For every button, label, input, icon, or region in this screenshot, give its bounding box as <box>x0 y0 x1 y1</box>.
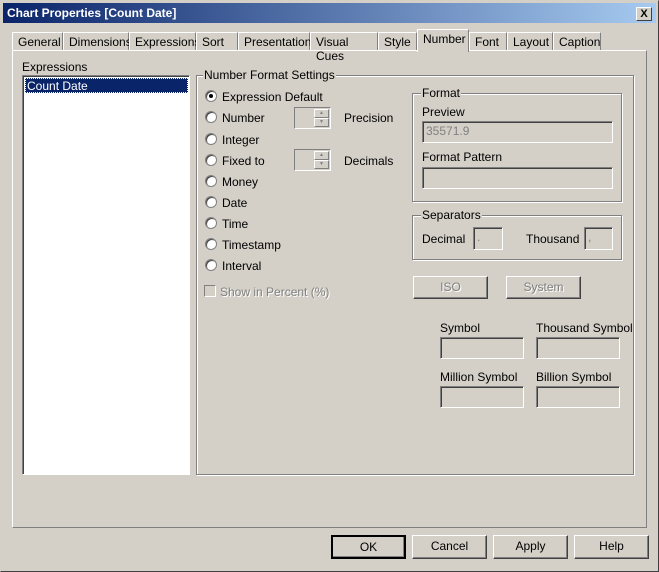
radio-date[interactable] <box>205 196 217 208</box>
tab-general[interactable]: General <box>12 32 63 51</box>
title-bar: Chart Properties [Count Date] X <box>3 3 656 23</box>
thousand-separator-input[interactable]: , <box>584 227 613 250</box>
radio-label: Interval <box>222 259 262 273</box>
spin-up-icon[interactable]: ▲ <box>314 109 329 118</box>
decimals-label: Decimals <box>344 154 394 168</box>
apply-button[interactable]: Apply <box>493 535 568 559</box>
radio-interval[interactable] <box>205 259 217 271</box>
symbol-label: Symbol <box>440 321 481 335</box>
radio-expression-default[interactable] <box>205 90 217 102</box>
radio-label: Integer <box>222 133 260 147</box>
radio-fixed-to[interactable] <box>205 154 217 166</box>
decimal-separator-input[interactable]: . <box>473 227 503 250</box>
precision-label: Precision <box>344 111 394 125</box>
radio-label: Date <box>222 196 248 210</box>
group-label: Separators <box>421 208 482 222</box>
symbol-input[interactable] <box>440 337 524 359</box>
radio-label: Timestamp <box>222 238 281 252</box>
show-percent-checkbox[interactable] <box>204 285 216 297</box>
radio-integer[interactable] <box>205 133 217 145</box>
tab-caption[interactable]: Caption <box>553 32 601 51</box>
help-button[interactable]: Help <box>574 535 649 559</box>
expressions-label: Expressions <box>22 60 88 74</box>
billion-symbol-label: Billion Symbol <box>536 370 612 384</box>
cancel-button[interactable]: Cancel <box>412 535 487 559</box>
ok-button[interactable]: OK <box>331 535 406 559</box>
radio-label: Fixed to <box>222 154 265 168</box>
radio-number[interactable] <box>205 111 217 123</box>
decimals-spinner[interactable]: ▲ ▼ <box>294 149 331 171</box>
preview-field: 35571.9 <box>422 121 613 143</box>
radio-timestamp[interactable] <box>205 238 217 250</box>
group-label: Number Format Settings <box>203 68 336 82</box>
preview-label: Preview <box>422 105 465 119</box>
decimal-label: Decimal <box>422 232 466 246</box>
tab-number[interactable]: Number <box>417 29 469 52</box>
iso-button[interactable]: ISO <box>413 276 488 299</box>
radio-label: Expression Default <box>222 90 323 104</box>
billion-symbol-input[interactable] <box>536 386 620 408</box>
thousand-symbol-input[interactable] <box>536 337 620 359</box>
radio-time[interactable] <box>205 217 217 229</box>
million-symbol-label: Million Symbol <box>440 370 518 384</box>
format-pattern-label: Format Pattern <box>422 150 503 164</box>
thousand-symbol-label: Thousand Symbol <box>536 321 633 335</box>
radio-money[interactable] <box>205 175 217 187</box>
radio-label: Time <box>222 217 249 231</box>
list-item[interactable]: Count Date <box>25 78 188 93</box>
precision-spinner[interactable]: ▲ ▼ <box>294 107 331 129</box>
tab-layout[interactable]: Layout <box>507 32 553 51</box>
expressions-list[interactable]: Count Date <box>22 75 190 475</box>
show-percent-label: Show in Percent (%) <box>220 285 330 299</box>
tab-visual-cues[interactable]: Visual Cues <box>310 32 378 63</box>
window-title: Chart Properties [Count Date] <box>7 6 177 20</box>
system-button[interactable]: System <box>506 276 581 299</box>
spin-down-icon[interactable]: ▼ <box>314 118 329 127</box>
million-symbol-input[interactable] <box>440 386 524 408</box>
tab-expressions[interactable]: Expressions <box>129 32 200 51</box>
thousand-label: Thousand <box>526 232 580 246</box>
tab-presentation[interactable]: Presentation <box>238 32 311 51</box>
format-pattern-input[interactable] <box>422 167 613 189</box>
group-label: Format <box>421 86 462 100</box>
radio-label: Number <box>222 111 265 125</box>
spin-up-icon[interactable]: ▲ <box>314 151 329 160</box>
close-button[interactable]: X <box>636 7 652 21</box>
tab-font[interactable]: Font <box>469 32 507 51</box>
tab-dimensions[interactable]: Dimensions <box>63 32 132 51</box>
tab-style[interactable]: Style <box>378 32 417 51</box>
radio-label: Money <box>222 175 259 189</box>
tab-sort[interactable]: Sort <box>196 32 238 51</box>
spin-down-icon[interactable]: ▼ <box>314 160 329 169</box>
